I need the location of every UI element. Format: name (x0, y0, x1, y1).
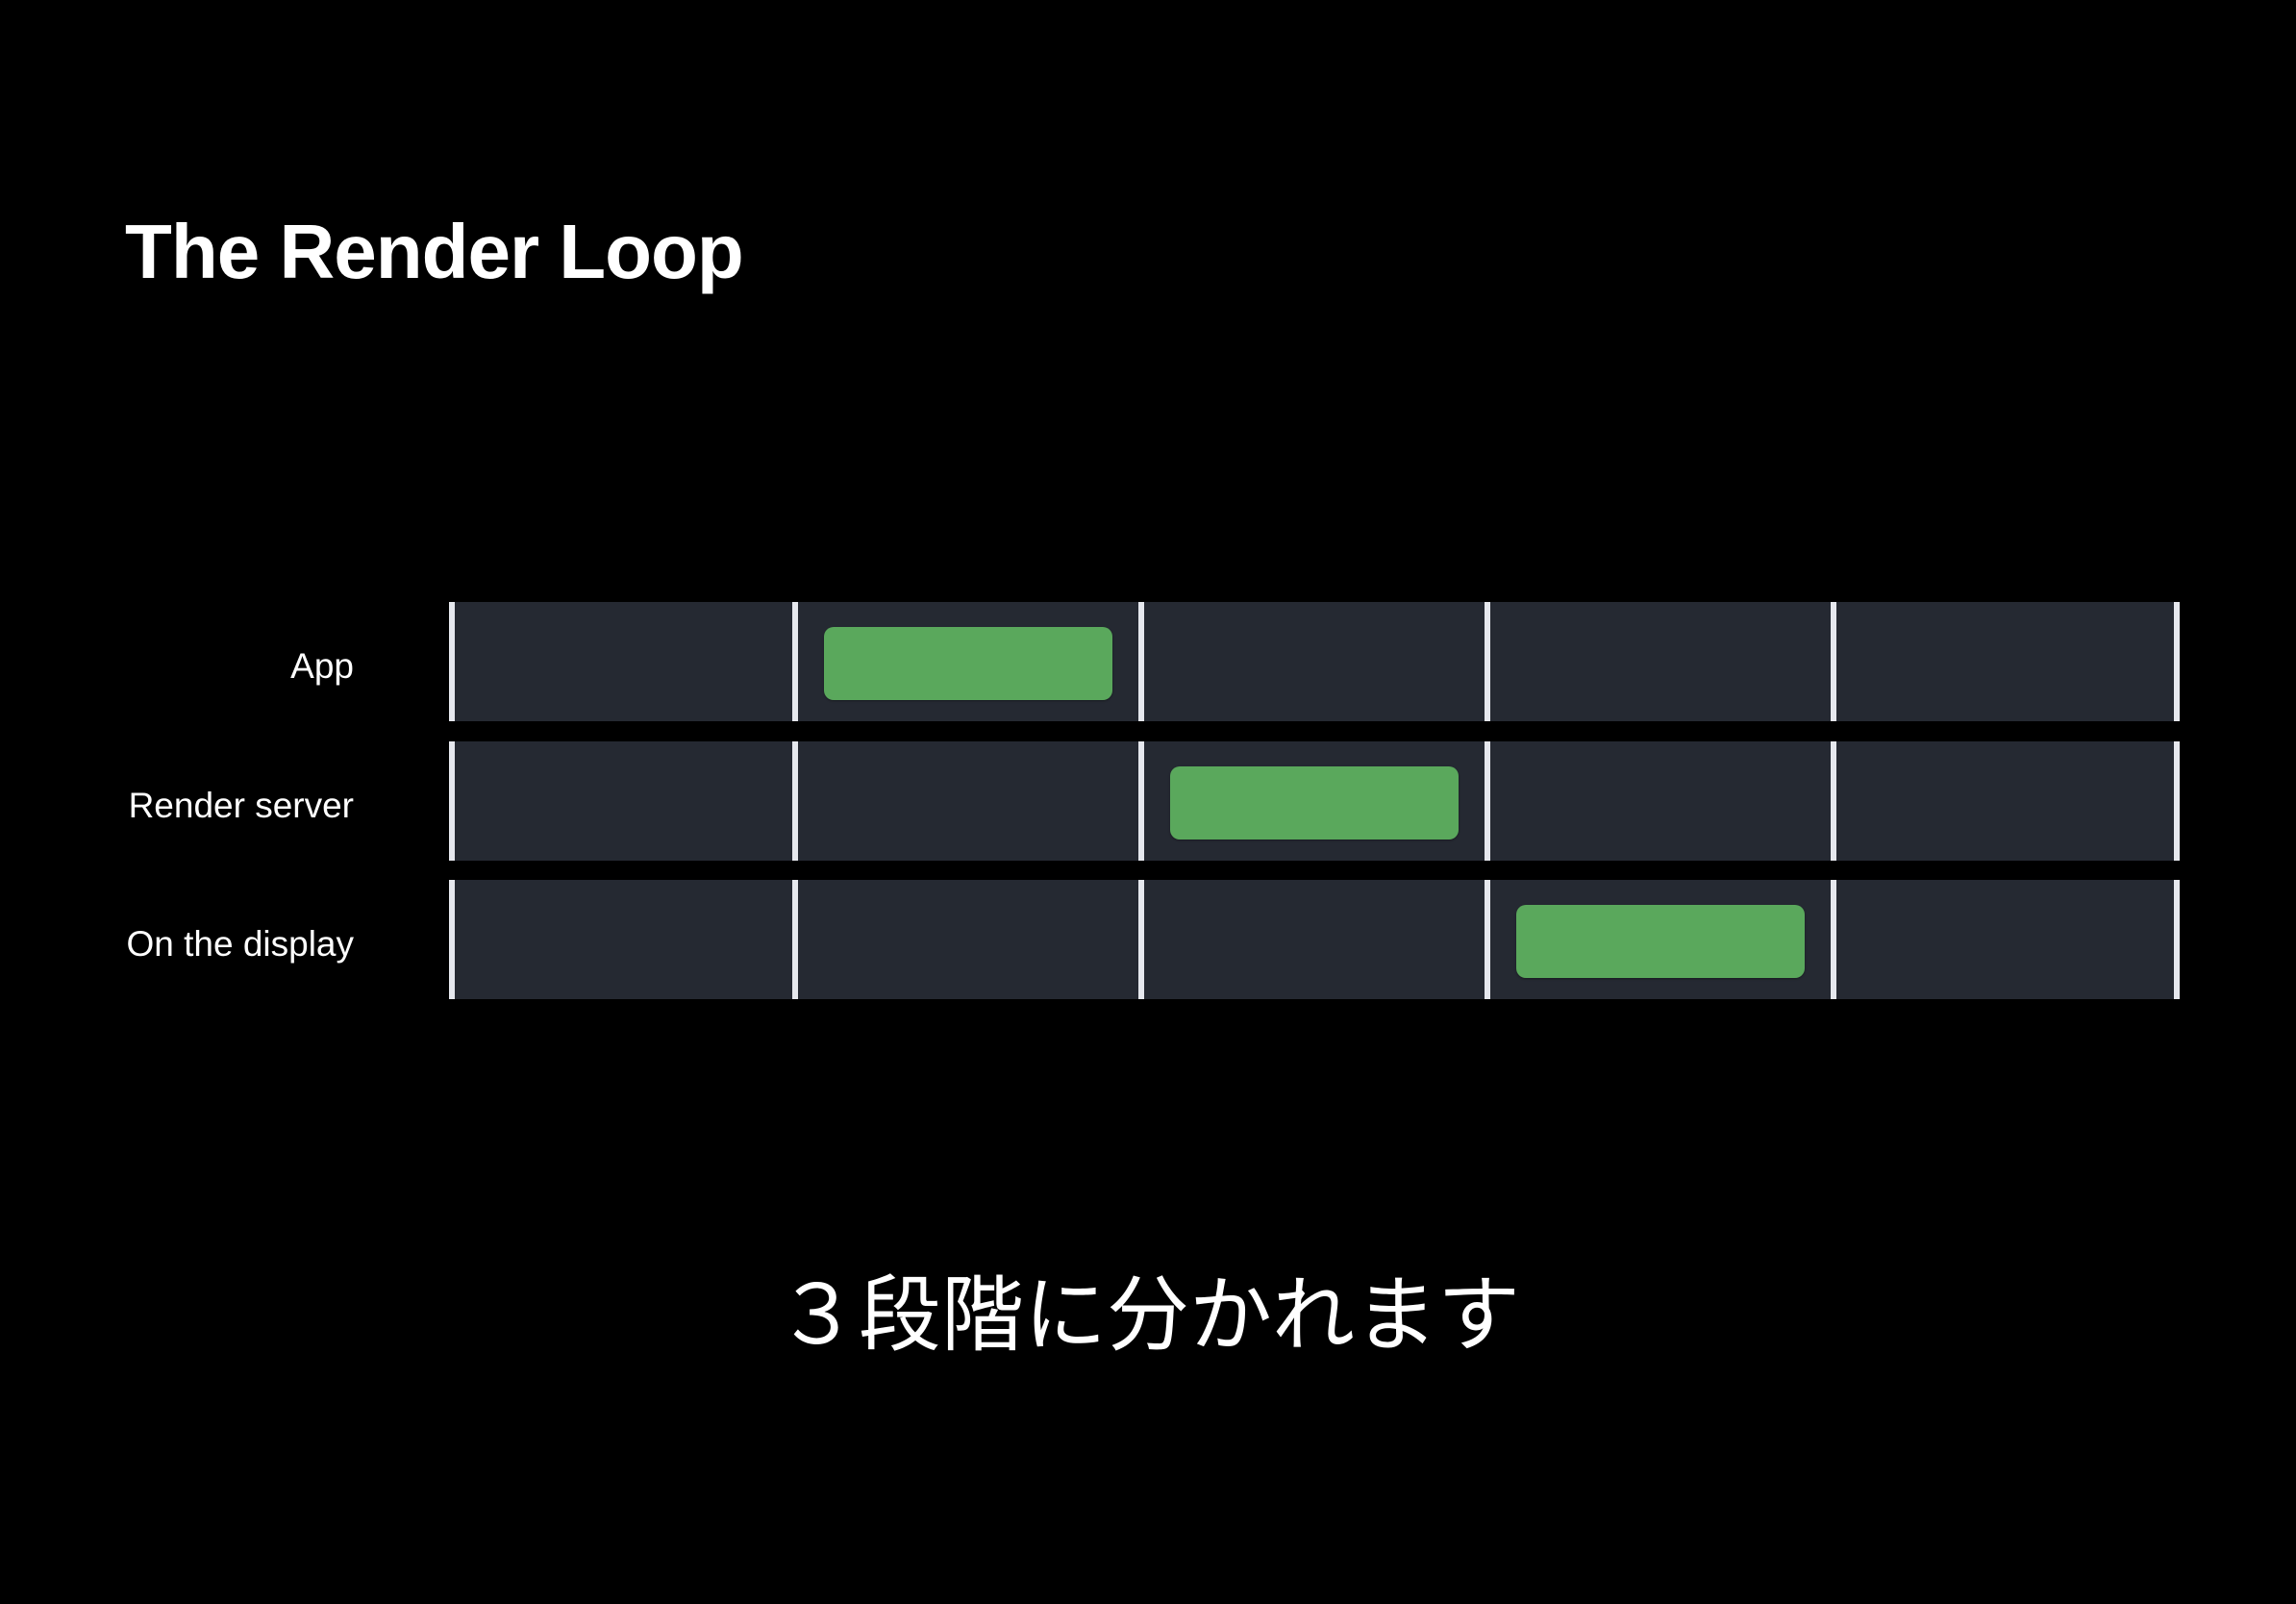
frame-tick (1138, 741, 1144, 861)
frame-tick (1138, 602, 1144, 721)
frame-tick (2174, 602, 2180, 721)
frame-tick (1831, 741, 1836, 861)
frame-tick (1485, 741, 1490, 861)
frame-tick (1138, 880, 1144, 999)
row-label-on-the-display: On the display (126, 924, 354, 964)
active-frame-block (1170, 766, 1459, 840)
active-frame-block (824, 627, 1112, 700)
frame-tick (2174, 880, 2180, 999)
frame-tick (449, 741, 455, 861)
frame-tick (792, 741, 798, 861)
row-label-render-server: Render server (128, 786, 354, 825)
caption-subtitle: ３段階に分かれます (776, 1267, 1520, 1364)
frame-tick (1485, 880, 1490, 999)
frame-tick (792, 880, 798, 999)
active-frame-block (1516, 905, 1805, 978)
frame-tick (792, 602, 798, 721)
frame-tick (2174, 741, 2180, 861)
frame-tick (449, 602, 455, 721)
frame-tick (1831, 602, 1836, 721)
row-label-app: App (290, 646, 354, 686)
frame-tick (449, 880, 455, 999)
lane-app (449, 602, 2180, 721)
frame-tick (1831, 880, 1836, 999)
frame-tick (1485, 602, 1490, 721)
lane-on-the-display (449, 880, 2180, 999)
lane-render-server (449, 741, 2180, 861)
